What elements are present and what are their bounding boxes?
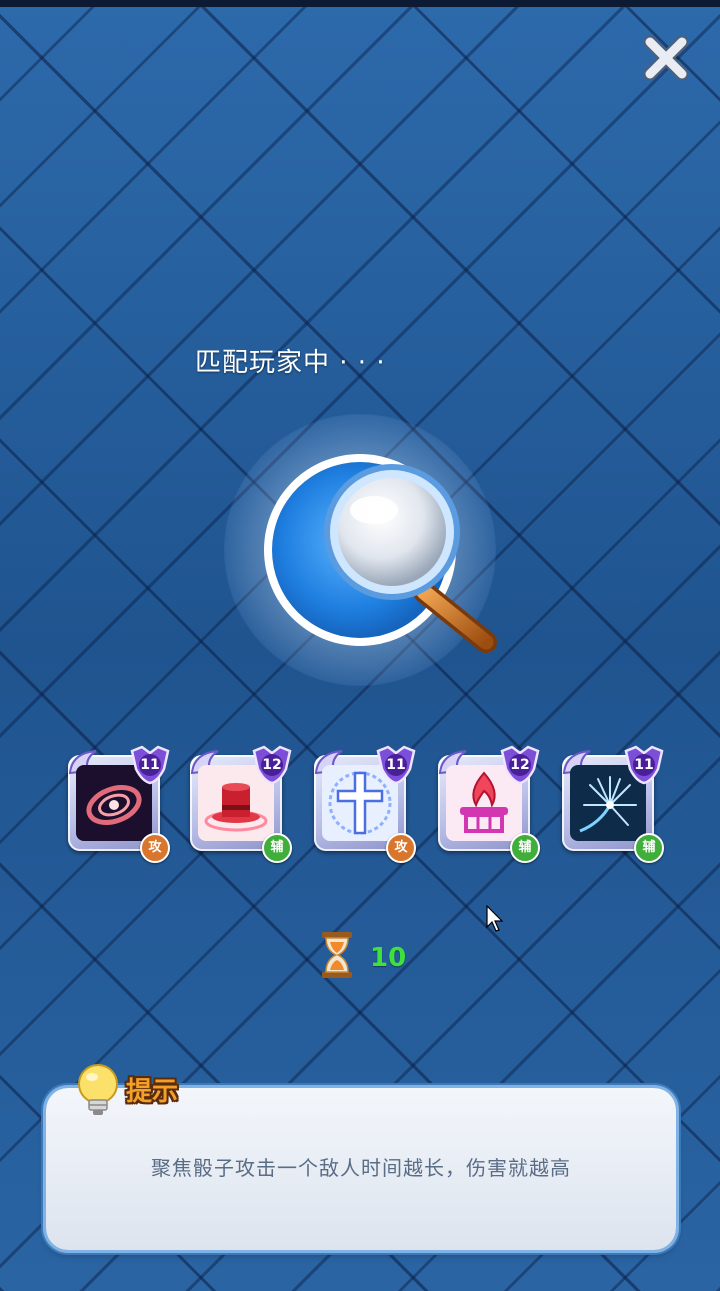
dice-type-badge: 辅 — [510, 833, 540, 863]
dice-card-5[interactable]: 11 辅 — [558, 745, 674, 863]
matching-status-text: 匹配玩家中 · · · — [195, 348, 386, 378]
dice-card-4[interactable]: 12 辅 — [434, 745, 550, 863]
dice-type-badge: 攻 — [140, 833, 170, 863]
dice-card-1[interactable]: 11 攻 — [64, 745, 180, 863]
lightbulb-icon — [78, 1064, 118, 1115]
countdown-value: 10 — [370, 943, 407, 973]
top-status-strip — [0, 0, 720, 7]
dice-level: 11 — [386, 757, 406, 773]
dice-level: 12 — [262, 757, 282, 773]
dice-card-2[interactable]: 12 辅 — [186, 745, 302, 863]
dice-level: 12 — [510, 757, 530, 773]
matchmaking-screen: 匹配玩家中 · · · 11 攻 12 辅 11 攻 12 辅 11 辅 10 … — [0, 0, 720, 1291]
tip-text: 聚焦骰子攻击一个敌人时间越长，伤害就越高 — [151, 1156, 571, 1180]
dice-level: 11 — [634, 757, 654, 773]
dice-card-3[interactable]: 11 攻 — [310, 745, 426, 863]
dice-level: 11 — [140, 757, 160, 773]
close-icon[interactable] — [638, 30, 694, 86]
mouse-cursor-icon — [486, 905, 504, 932]
dice-type-badge: 辅 — [262, 833, 292, 863]
dice-type-badge: 攻 — [386, 833, 416, 863]
magnifier-icon — [264, 454, 497, 653]
dice-type-badge: 辅 — [634, 833, 664, 863]
tip-title: 提示 — [126, 1077, 179, 1107]
hourglass-icon — [322, 932, 352, 978]
